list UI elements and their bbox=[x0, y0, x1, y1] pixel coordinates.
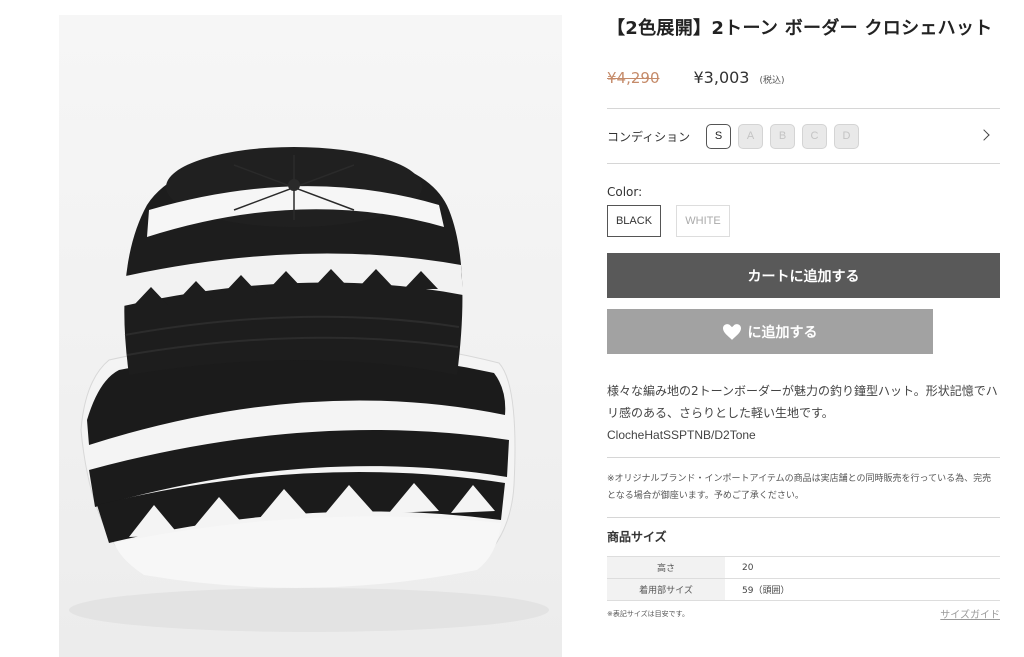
color-label: Color: bbox=[607, 185, 643, 199]
size-row-value: 20 bbox=[725, 556, 1000, 579]
condition-selector[interactable]: コンディション S A B C D bbox=[607, 109, 1000, 163]
size-guide-link[interactable]: サイズガイド bbox=[940, 606, 1000, 621]
condition-chip-a: A bbox=[738, 123, 763, 149]
condition-chip-b: B bbox=[770, 123, 795, 149]
divider bbox=[607, 517, 1000, 518]
stock-notice: ※オリジナルブランド・インポートアイテムの商品は実店舗との同時販売を行っている為… bbox=[607, 474, 992, 501]
size-footer: ※表記サイズは目安です。 サイズガイド bbox=[607, 606, 1000, 622]
product-title: 【2色展開】2トーン ボーダー クロシェハット bbox=[607, 18, 993, 39]
size-row-label: 高さ bbox=[607, 556, 725, 579]
tax-note: (税込) bbox=[759, 76, 785, 86]
size-row-label: 着用部サイズ bbox=[607, 578, 725, 601]
heart-icon bbox=[722, 323, 741, 340]
color-options: BLACK WHITE bbox=[607, 205, 1000, 237]
condition-chip-d: D bbox=[834, 123, 859, 149]
original-price: ¥4,290 bbox=[607, 69, 660, 87]
size-section-title: 商品サイズ bbox=[607, 530, 667, 544]
add-to-favorites-button[interactable]: に追加する bbox=[607, 309, 933, 354]
divider bbox=[607, 163, 1000, 164]
crochet-hat-illustration bbox=[69, 147, 549, 632]
table-row: 高さ 20 bbox=[607, 556, 1000, 579]
divider bbox=[607, 457, 1000, 458]
add-to-favorites-label: に追加する bbox=[747, 324, 818, 341]
color-option-white[interactable]: WHITE bbox=[676, 205, 730, 237]
product-image bbox=[59, 15, 562, 657]
condition-chip-s[interactable]: S bbox=[706, 123, 731, 149]
add-to-cart-button[interactable]: カートに追加する bbox=[607, 253, 1000, 298]
size-table: 高さ 20 着用部サイズ 59（頭囲） bbox=[607, 556, 1000, 601]
size-note: ※表記サイズは目安です。 bbox=[607, 609, 689, 618]
condition-label: コンディション bbox=[607, 129, 691, 144]
chevron-right-icon[interactable] bbox=[978, 129, 990, 141]
price-row: ¥4,290 ¥3,003 (税込) bbox=[607, 68, 1000, 90]
size-row-value: 59（頭囲） bbox=[725, 578, 1000, 601]
product-details: 【2色展開】2トーン ボーダー クロシェハット ¥4,290 ¥3,003 (税… bbox=[607, 15, 1000, 621]
product-description: 様々な編み地の2トーンボーダーが魅力の釣り鐘型ハット。形状記憶でハリ感のある、さ… bbox=[607, 384, 998, 420]
table-row: 着用部サイズ 59（頭囲） bbox=[607, 578, 1000, 601]
sale-price: ¥3,003 bbox=[693, 68, 750, 87]
condition-chip-c: C bbox=[802, 123, 827, 149]
product-sku: ClocheHatSSPTNB/D2Tone bbox=[607, 428, 756, 442]
color-option-black[interactable]: BLACK bbox=[607, 205, 661, 237]
